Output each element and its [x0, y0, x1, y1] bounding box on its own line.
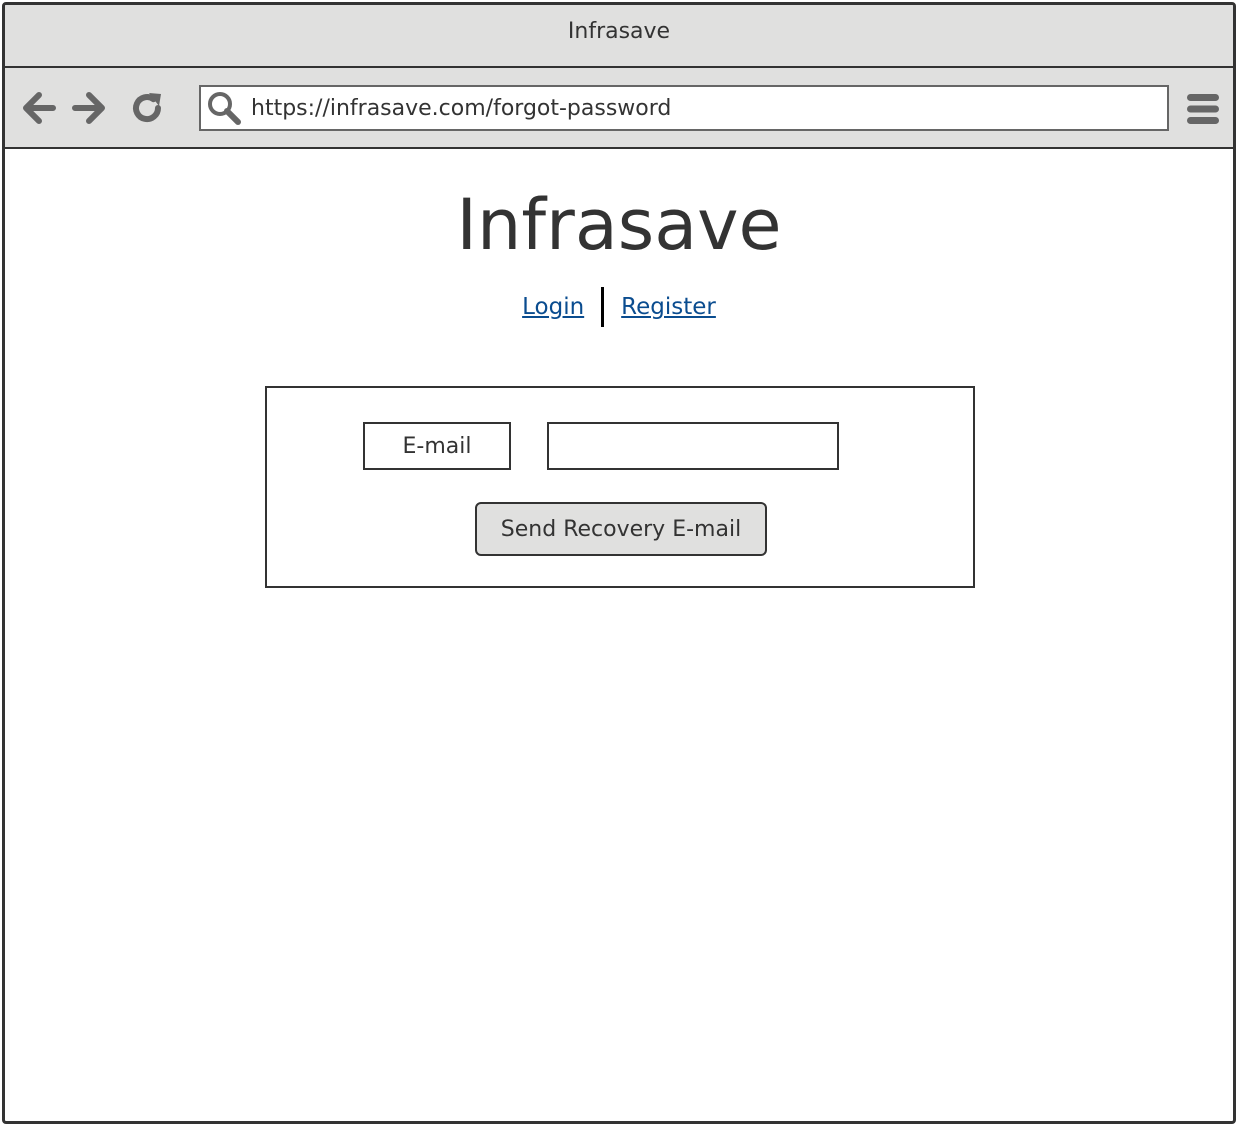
- login-link[interactable]: Login: [522, 294, 584, 320]
- url-text[interactable]: https://infrasave.com/forgot-password: [247, 96, 671, 121]
- auth-links: Login Register: [5, 287, 1233, 327]
- hamburger-menu-icon: [1187, 94, 1219, 124]
- browser-toolbar: https://infrasave.com/forgot-password: [5, 68, 1233, 149]
- back-button[interactable]: [19, 88, 59, 128]
- arrow-right-icon: [72, 92, 105, 124]
- email-label: E-mail: [363, 422, 511, 470]
- window-title: Infrasave: [567, 19, 671, 44]
- title-bar: Infrasave: [5, 5, 1233, 68]
- arrow-left-icon: [23, 92, 56, 124]
- send-recovery-email-button[interactable]: Send Recovery E-mail: [475, 502, 767, 556]
- brand-title: Infrasave: [456, 184, 782, 266]
- link-divider: [601, 287, 605, 327]
- page-content: Infrasave Login Register E-mail Send Rec…: [5, 149, 1233, 1121]
- email-field[interactable]: [547, 422, 839, 470]
- reload-button[interactable]: [127, 88, 167, 128]
- register-link[interactable]: Register: [621, 294, 716, 320]
- reload-icon: [133, 93, 162, 122]
- address-bar[interactable]: https://infrasave.com/forgot-password: [199, 85, 1169, 131]
- menu-button[interactable]: [1185, 92, 1221, 126]
- search-icon: [201, 87, 247, 129]
- recovery-form: E-mail Send Recovery E-mail: [265, 386, 975, 588]
- browser-window: Infrasave https://infrasave.com/forgot-p…: [2, 2, 1236, 1124]
- forward-button[interactable]: [69, 88, 109, 128]
